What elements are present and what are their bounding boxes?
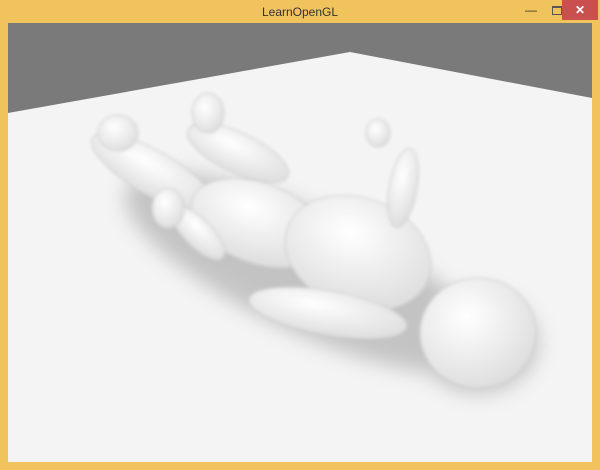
minimize-icon: — [525,3,537,17]
close-icon: ✕ [574,3,586,17]
window-title: LearnOpenGL [261,5,339,19]
render-viewport[interactable] [8,23,592,462]
title-bar[interactable]: LearnOpenGL — ✕ [0,0,600,23]
minimize-button[interactable]: — [518,0,544,20]
scene-render [8,52,592,462]
maximize-icon [552,5,562,15]
close-button[interactable]: ✕ [562,0,598,20]
